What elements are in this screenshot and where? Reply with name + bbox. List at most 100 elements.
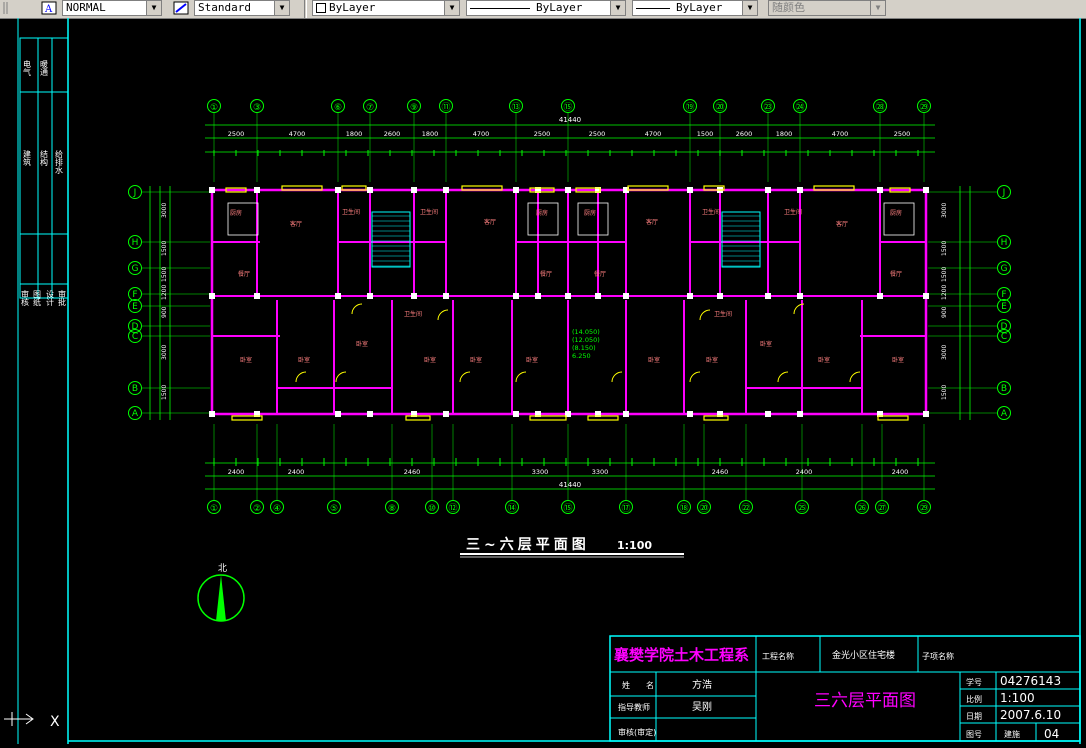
axis-label-right: C bbox=[1001, 332, 1007, 342]
column bbox=[623, 293, 629, 299]
axis-label-left: E bbox=[132, 302, 138, 312]
door-swing bbox=[777, 371, 789, 383]
axis-label-top: ⑥ bbox=[334, 103, 342, 113]
strip-label-bot: 图纸 bbox=[33, 290, 42, 307]
room-label: 客厅 bbox=[836, 220, 848, 228]
axis-label-right: E bbox=[1001, 302, 1007, 312]
dim-style-select[interactable]: Standard ▼ bbox=[194, 0, 290, 16]
dimension-text: 1500 bbox=[941, 385, 948, 400]
column bbox=[254, 293, 260, 299]
column bbox=[367, 187, 373, 193]
axis-label-right: J bbox=[1002, 188, 1006, 198]
dim-style-icon[interactable] bbox=[172, 0, 190, 16]
text-style-select[interactable]: NORMAL ▼ bbox=[62, 0, 162, 16]
room-label: 卧室 bbox=[240, 356, 252, 364]
toolbar-separator bbox=[304, 0, 307, 18]
sheet-no-label2: 建施 bbox=[1004, 729, 1020, 739]
dimension-text: 1200 bbox=[941, 285, 948, 300]
chevron-down-icon: ▼ bbox=[870, 1, 885, 15]
axis-label-top: ⑬ bbox=[511, 102, 520, 113]
dimension-text: 1500 bbox=[161, 267, 168, 282]
axis-label-left: A bbox=[132, 409, 139, 419]
column bbox=[209, 187, 215, 193]
axis-label-top: ㉔ bbox=[795, 102, 804, 113]
column bbox=[877, 187, 883, 193]
room-label: 卧室 bbox=[818, 356, 830, 364]
drawing-title-cell: 三六层平面图 bbox=[814, 691, 916, 711]
window bbox=[405, 415, 431, 421]
door-swing bbox=[689, 371, 701, 383]
dimension-text: 3000 bbox=[941, 345, 948, 360]
school-name: 襄樊学院土木工程系 bbox=[613, 646, 749, 664]
dimension-text: 2460 bbox=[712, 468, 729, 476]
column bbox=[565, 293, 571, 299]
column bbox=[443, 293, 449, 299]
elevation-label: (14.050) bbox=[572, 328, 600, 336]
room-label: 厨房 bbox=[536, 209, 548, 217]
drawing-canvas[interactable]: 电气 暖通 建筑 结构 给排水 审核 图纸 设计 审批 ①③⑥⑦⑨⑪⑬⑮⑲⑳㉓㉔㉘㉙①②④⑤⑧⑩… bbox=[0, 18, 1086, 744]
sheet-border bbox=[17, 18, 1081, 744]
room-label: 卧室 bbox=[526, 356, 538, 364]
room-label: 卧室 bbox=[424, 356, 436, 364]
axis-label-top: ㉙ bbox=[919, 102, 928, 113]
drawing-title: 三~六层平面图 1:100 bbox=[460, 536, 684, 558]
column bbox=[797, 293, 803, 299]
dimension-text: 2400 bbox=[228, 468, 245, 476]
chevron-down-icon[interactable]: ▼ bbox=[742, 1, 757, 15]
strip-label-mid: 建筑 bbox=[23, 149, 32, 167]
axis-label-top: ⑲ bbox=[685, 102, 694, 113]
axis-label-left: J bbox=[133, 188, 137, 198]
linetype-value: ByLayer bbox=[536, 1, 583, 14]
room-label: 客厅 bbox=[484, 218, 496, 226]
linetype-select[interactable]: ByLayer ▼ bbox=[466, 0, 626, 16]
chevron-down-icon[interactable]: ▼ bbox=[274, 1, 289, 15]
reviewer-label: 审核(审定) bbox=[618, 727, 656, 737]
window bbox=[703, 415, 729, 421]
lineweight-select[interactable]: ByLayer ▼ bbox=[632, 0, 758, 16]
strip-label-mid: 结构 bbox=[40, 149, 49, 167]
text-style-icon[interactable]: A bbox=[40, 0, 58, 16]
column bbox=[443, 411, 449, 417]
date-value: 2007.6.10 bbox=[1000, 708, 1061, 722]
dimension-text: 4700 bbox=[645, 130, 662, 138]
chevron-down-icon[interactable]: ▼ bbox=[444, 1, 459, 15]
dimension-text: 1200 bbox=[161, 285, 168, 300]
north-label: 北 bbox=[218, 563, 227, 574]
room-label: 卫生间 bbox=[404, 310, 422, 318]
strip-label-top: 电气 bbox=[23, 59, 32, 76]
dimension-text: 4700 bbox=[289, 130, 306, 138]
room-label: 餐厅 bbox=[540, 270, 552, 278]
text-style-value: NORMAL bbox=[66, 1, 106, 14]
dimension-text: 3300 bbox=[532, 468, 549, 476]
column bbox=[535, 293, 541, 299]
room-label: 厨房 bbox=[230, 209, 242, 217]
column bbox=[687, 411, 693, 417]
dimension-text: 1800 bbox=[776, 130, 793, 138]
room-label: 餐厅 bbox=[594, 270, 606, 278]
scale-label: 比例 bbox=[966, 694, 982, 704]
elevation-label: (12.050) bbox=[572, 336, 600, 344]
dimension-text: 900 bbox=[941, 306, 948, 318]
dimension-text: 2500 bbox=[589, 130, 606, 138]
axis-label-bottom: ㉗ bbox=[877, 503, 886, 514]
grip-handle[interactable] bbox=[2, 0, 20, 16]
axis-label-top: ㉓ bbox=[763, 102, 772, 113]
plot-style-value: 随颜色 bbox=[772, 1, 805, 14]
axis-label-right: A bbox=[1001, 409, 1008, 419]
chevron-down-icon[interactable]: ▼ bbox=[610, 1, 625, 15]
dimension-text: 2400 bbox=[288, 468, 305, 476]
layer-select[interactable]: ByLayer ▼ bbox=[312, 0, 460, 16]
chevron-down-icon[interactable]: ▼ bbox=[146, 1, 161, 15]
room-label: 卧室 bbox=[298, 356, 310, 364]
linetype-preview-icon bbox=[470, 7, 530, 9]
project-name: 金光小区住宅楼 bbox=[832, 649, 895, 661]
floor-plan[interactable]: ① ③ ⑥ ⑦ ⑨ ⑪ ⑬ ⑮ ⑲ ⑳ ㉓㉔㉘㉙① ② ④ ⑤ ⑧ ⑩ ⑫ ⑭ ⑮ ⑰ ⑱ ⑳ ㉒㉕㉖㉗㉙J JH HG GF FE… bbox=[128, 99, 1011, 515]
axis-label-bottom: ⑱ bbox=[679, 503, 688, 514]
strip-label-bot: 设计 bbox=[46, 289, 55, 307]
axis-label-top: ③ bbox=[253, 103, 261, 113]
dimension-text: 2460 bbox=[404, 468, 421, 476]
axis-label-bottom: ⑩ bbox=[428, 504, 436, 514]
axis-label-top: ⑨ bbox=[410, 103, 418, 113]
column bbox=[797, 187, 803, 193]
column bbox=[411, 293, 417, 299]
